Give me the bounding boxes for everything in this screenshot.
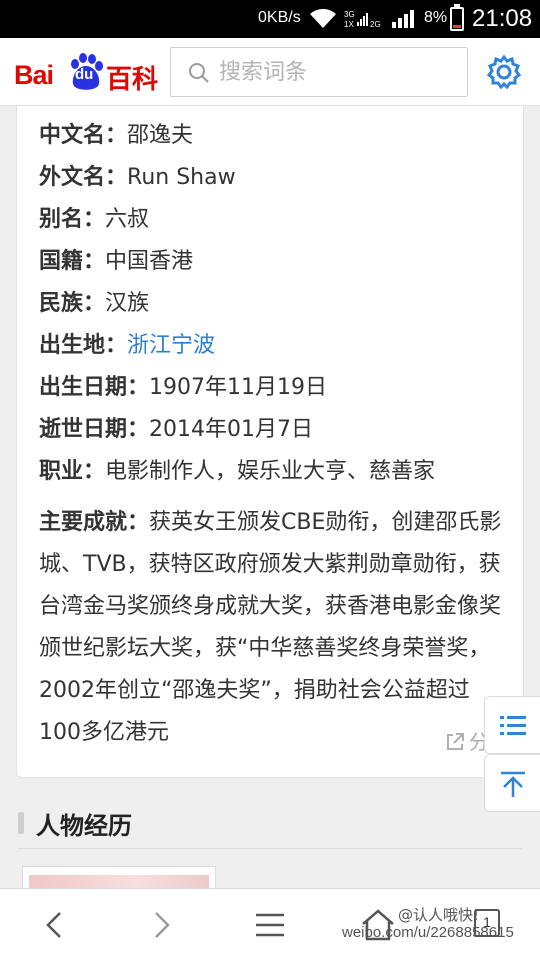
info-value: Run Shaw bbox=[127, 165, 236, 190]
info-row: 民族：汉族 bbox=[39, 290, 149, 318]
info-key: 民族： bbox=[39, 291, 106, 316]
network-speed: 0KB/s bbox=[258, 9, 301, 26]
info-row: 出生地：浙江宁波 bbox=[39, 332, 215, 360]
section-divider bbox=[18, 848, 522, 849]
info-row: 职业：电影制作人，娱乐业大亨、慈善家 bbox=[39, 458, 435, 486]
battery-icon bbox=[450, 4, 464, 31]
back-icon[interactable] bbox=[36, 907, 72, 943]
svg-text:3G: 3G bbox=[344, 10, 355, 19]
list-icon bbox=[500, 716, 526, 735]
back-to-top-button[interactable] bbox=[484, 754, 540, 812]
info-key: 别名： bbox=[39, 207, 106, 232]
svg-text:1X: 1X bbox=[344, 20, 354, 29]
wifi-icon bbox=[310, 8, 336, 28]
info-key: 中文名： bbox=[39, 123, 128, 148]
share-icon bbox=[447, 733, 464, 750]
achievements-key: 主要成就： bbox=[39, 510, 150, 535]
status-bar: 0KB/s 3G 1X 2G 8% 21:08 bbox=[0, 0, 540, 38]
logo-baike: 百科 bbox=[106, 65, 159, 95]
info-key: 国籍： bbox=[39, 249, 106, 274]
info-value: 中国香港 bbox=[105, 249, 194, 274]
info-value: 2014年01月7日 bbox=[149, 417, 313, 442]
menu-icon[interactable] bbox=[252, 907, 288, 943]
search-input[interactable] bbox=[219, 56, 449, 88]
info-key: 出生地： bbox=[39, 333, 128, 358]
baidu-baike-logo[interactable]: Bai du 百科 bbox=[14, 52, 164, 95]
info-row: 出生日期：1907年11月19日 bbox=[39, 374, 327, 402]
info-row: 中文名：邵逸夫 bbox=[39, 122, 193, 150]
info-value: 邵逸夫 bbox=[127, 123, 194, 148]
info-row: 外文名：Run Shaw bbox=[39, 164, 236, 192]
gear-icon[interactable] bbox=[486, 54, 522, 90]
logo-bai: Bai bbox=[14, 60, 54, 90]
info-row: 别名：六叔 bbox=[39, 206, 149, 234]
achievements: 主要成就：获英女王颁发CBE勋衔，创建邵氏影城、TVB，获特区政府颁发大紫荆勋章… bbox=[39, 502, 509, 754]
header: Bai du 百科 bbox=[0, 38, 540, 106]
svg-text:2G: 2G bbox=[370, 20, 381, 29]
info-row: 逝世日期：2014年01月7日 bbox=[39, 416, 313, 444]
achievements-value: 获英女王颁发CBE勋衔，创建邵氏影城、TVB，获特区政府颁发大紫荆勋章勋衔，获台… bbox=[39, 510, 502, 745]
info-key: 外文名： bbox=[39, 165, 128, 190]
section-title: 人物经历 bbox=[36, 812, 132, 840]
birthplace-link[interactable]: 浙江宁波 bbox=[127, 333, 215, 358]
search-icon bbox=[189, 63, 209, 83]
back-to-top-icon bbox=[501, 771, 525, 797]
info-key: 逝世日期： bbox=[39, 417, 150, 442]
section-marker bbox=[18, 812, 24, 834]
info-value: 六叔 bbox=[105, 207, 150, 232]
info-value: 汉族 bbox=[105, 291, 150, 316]
info-row: 国籍：中国香港 bbox=[39, 248, 193, 276]
cellular-signal-icon: 3G 1X 2G bbox=[344, 10, 414, 29]
info-key: 职业： bbox=[39, 459, 106, 484]
toc-button[interactable] bbox=[484, 696, 540, 754]
battery-percent: 8% bbox=[424, 9, 448, 26]
info-value: 1907年11月19日 bbox=[149, 375, 327, 400]
info-card: 中文名：邵逸夫 外文名：Run Shaw 别名：六叔 国籍：中国香港 民族：汉族… bbox=[16, 106, 524, 778]
watermark-url: weibo.com/u/2268858615 bbox=[342, 924, 514, 941]
info-key: 出生日期： bbox=[39, 375, 150, 400]
watermark-handle: @认人哦快! bbox=[398, 906, 480, 924]
forward-icon[interactable] bbox=[144, 907, 180, 943]
info-value: 电影制作人，娱乐业大亨、慈善家 bbox=[105, 459, 436, 484]
logo-du: du bbox=[75, 66, 94, 83]
clock: 21:08 bbox=[472, 5, 533, 32]
search-box[interactable] bbox=[170, 47, 468, 97]
